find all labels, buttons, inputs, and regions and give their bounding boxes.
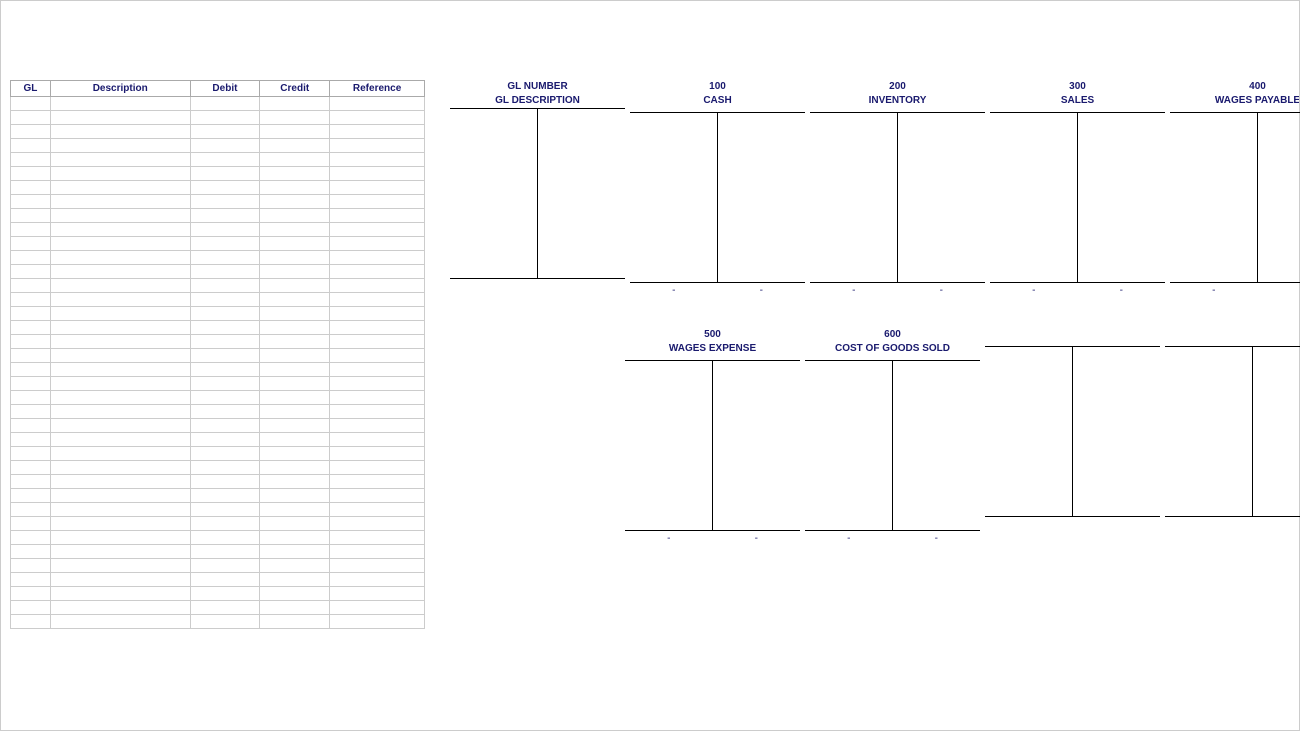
t-account-400-total: - - bbox=[1170, 282, 1300, 298]
t-account-400-lines bbox=[1170, 112, 1300, 282]
t-account-600-debit-total: - bbox=[805, 530, 893, 546]
gl-label-right bbox=[538, 108, 626, 278]
t-account-500: 500 WAGES EXPENSE - - bbox=[625, 328, 800, 546]
t-account-500-total: - - bbox=[625, 530, 800, 546]
t-account-600-lines bbox=[805, 360, 980, 530]
t-account-200: 200 INVENTORY - - bbox=[810, 80, 985, 298]
t-account-600-total: - - bbox=[805, 530, 980, 546]
t-account-600-credit-col bbox=[893, 360, 981, 530]
t-account-300-body: - - bbox=[990, 112, 1165, 298]
t-account-100-lines bbox=[630, 112, 805, 282]
gl-label-lines bbox=[450, 108, 625, 278]
t-account-300-debit-total: - bbox=[990, 282, 1078, 298]
t-account-300-lines bbox=[990, 112, 1165, 282]
t-account-500-debit-total: - bbox=[625, 530, 713, 546]
t-account-200-debit-total: - bbox=[810, 282, 898, 298]
t-account-300-credit-col bbox=[1078, 112, 1166, 282]
t-account-200-credit-total: - bbox=[898, 282, 986, 298]
t-account-100-body: - - bbox=[630, 112, 805, 298]
t-account-600-credit-total: - bbox=[893, 530, 981, 546]
t-account-empty-2 bbox=[1165, 328, 1300, 521]
t-account-100-debit-col bbox=[630, 112, 718, 282]
t-account-600-body: - - bbox=[805, 360, 980, 546]
t-account-600-debit-col bbox=[805, 360, 893, 530]
t-account-100-total: - - bbox=[630, 282, 805, 298]
t-account-500-credit-col bbox=[713, 360, 801, 530]
t-account-400-debit-col bbox=[1170, 112, 1258, 282]
t-account-300-total: - - bbox=[990, 282, 1165, 298]
t-account-200-lines bbox=[810, 112, 985, 282]
t-account-400-credit-total: - bbox=[1258, 282, 1300, 298]
t-account-100: 100 CASH - - bbox=[630, 80, 805, 298]
gl-label-column: GL NUMBER GL DESCRIPTION bbox=[450, 80, 625, 283]
t-account-500-body: - - bbox=[625, 360, 800, 546]
gl-label-left bbox=[450, 108, 538, 278]
t-account-400-debit-total: - bbox=[1170, 282, 1258, 298]
t-account-100-debit-total: - bbox=[630, 282, 718, 298]
t-account-300-credit-total: - bbox=[1078, 282, 1166, 298]
t-account-300: 300 SALES - - bbox=[990, 80, 1165, 298]
t-account-400-credit-col bbox=[1258, 112, 1300, 282]
t-account-600: 600 COST OF GOODS SOLD - - bbox=[805, 328, 980, 546]
t-account-200-credit-col bbox=[898, 112, 986, 282]
t-account-100-credit-total: - bbox=[718, 282, 806, 298]
t-account-100-credit-col bbox=[718, 112, 806, 282]
t-account-empty-1 bbox=[985, 328, 1160, 521]
t-account-200-total: - - bbox=[810, 282, 985, 298]
t-account-400: 400 WAGES PAYABLE - - bbox=[1170, 80, 1300, 298]
t-account-500-debit-col bbox=[625, 360, 713, 530]
t-account-200-body: - - bbox=[810, 112, 985, 298]
t-account-300-debit-col bbox=[990, 112, 1078, 282]
t-account-500-lines bbox=[625, 360, 800, 530]
t-account-500-credit-total: - bbox=[713, 530, 801, 546]
t-accounts-row-1: GL NUMBER GL DESCRIPTION 100 CASH bbox=[450, 80, 1300, 298]
t-account-200-debit-col bbox=[810, 112, 898, 282]
t-account-400-body: - - bbox=[1170, 112, 1300, 298]
